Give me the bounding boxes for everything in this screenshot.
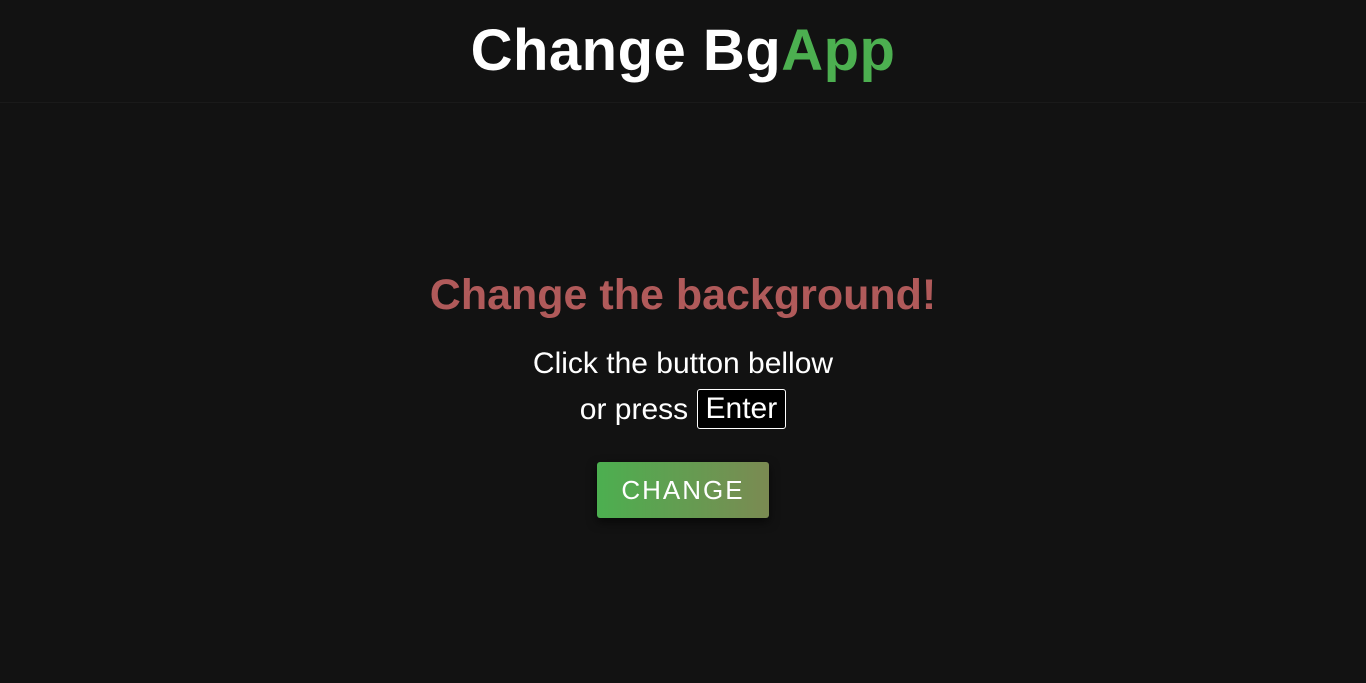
app-title-accent: App (781, 18, 896, 83)
page-headline: Change the background! (429, 271, 937, 319)
instructions-text: Click the button bellow or press Enter (0, 341, 1366, 433)
enter-key-hint: Enter (696, 389, 787, 430)
instruction-line-1: Click the button bellow (532, 347, 834, 380)
app-header: Change BgApp (0, 0, 1366, 103)
app-title-main: Change Bg (470, 18, 782, 83)
app-title: Change BgApp (471, 22, 896, 80)
main-content: Change the background! Click the button … (0, 103, 1366, 683)
instruction-line-2-prefix: or press (579, 393, 689, 426)
change-button[interactable]: CHANGE (597, 462, 769, 518)
